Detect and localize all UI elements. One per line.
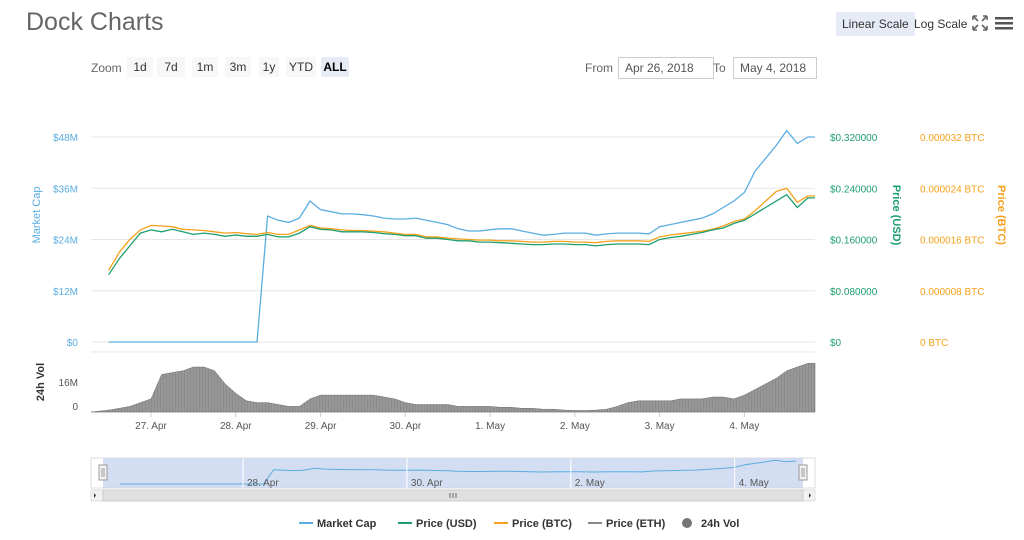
- left-axis-tick-1: $12M: [53, 287, 78, 298]
- usd-axis-tick-2: $0.160000: [830, 236, 878, 247]
- legend-label: 24h Vol: [701, 518, 739, 530]
- left-axis-tick-0: $0: [67, 338, 79, 349]
- btc-axis-tick-0: 0 BTC: [920, 338, 948, 349]
- x-tick-label-7: 4. May: [729, 421, 759, 432]
- volume-axis-tick-0: 0: [72, 402, 78, 413]
- navigator-left-handle[interactable]: [98, 464, 108, 481]
- x-tick-label-3: 30. Apr: [389, 421, 421, 432]
- legend-label: Price (ETH): [606, 518, 666, 530]
- x-tick-label-4: 1. May: [475, 421, 505, 432]
- navigator-tick-1: 30. Apr: [411, 478, 443, 489]
- left-axis-tick-3: $36M: [53, 184, 78, 195]
- volume-axis-tick-1: 16M: [59, 378, 78, 389]
- btc-axis-tick-3: 0.000024 BTC: [920, 184, 985, 195]
- legend-symbol: [682, 518, 692, 528]
- left-axis-tick-4: $48M: [53, 133, 78, 144]
- usd-axis-tick-1: $0.080000: [830, 287, 878, 298]
- x-tick-label-0: 27. Apr: [135, 421, 167, 432]
- btc-axis-tick-2: 0.000016 BTC: [920, 236, 985, 247]
- navigator-tick-0: 28. Apr: [247, 478, 279, 489]
- left-axis-tick-2: $24M: [53, 236, 78, 247]
- chart-canvas: $0 $12M $24M $36M $48M $0 $0.080000 $0.160000 $0…: [31, 129, 1007, 502]
- legend-item-price-btc[interactable]: Price (BTC): [494, 518, 572, 530]
- legend-label: Market Cap: [317, 518, 377, 530]
- usd-axis-title: Price (USD): [890, 185, 902, 246]
- legend-label: Price (USD): [416, 518, 477, 530]
- price-usd-line: [108, 193, 815, 276]
- legend-item-price-usd[interactable]: Price (USD): [398, 518, 477, 530]
- legend-label: Price (BTC): [512, 518, 572, 530]
- usd-axis-tick-4: $0.320000: [830, 133, 878, 144]
- btc-axis-title: Price (BTC): [995, 185, 1007, 245]
- x-tick-label-5: 2. May: [560, 421, 590, 432]
- volume-axis-title: 24h Vol: [35, 363, 47, 401]
- btc-axis-tick-1: 0.000008 BTC: [920, 287, 985, 298]
- usd-axis-tick-3: $0.240000: [830, 184, 878, 195]
- legend-item-24h-vol[interactable]: 24h Vol: [682, 518, 739, 530]
- navigator-right-handle[interactable]: [798, 464, 808, 481]
- x-tick-label-2: 29. Apr: [305, 421, 337, 432]
- left-axis-title: Market Cap: [31, 187, 43, 244]
- legend: Market Cap Price (USD) Price (BTC) Price (E…: [299, 518, 739, 530]
- legend-item-market-cap[interactable]: Market Cap: [299, 518, 377, 530]
- x-tick-label-1: 28. Apr: [220, 421, 252, 432]
- market-cap-line: [108, 129, 815, 343]
- usd-axis-tick-0: $0: [830, 338, 842, 349]
- btc-axis-tick-4: 0.000032 BTC: [920, 133, 985, 144]
- legend-item-price-eth[interactable]: Price (ETH): [588, 518, 666, 530]
- x-tick-label-6: 3. May: [645, 421, 675, 432]
- navigator-tick-2: 2. May: [575, 478, 605, 489]
- navigator-tick-3: 4. May: [739, 478, 769, 489]
